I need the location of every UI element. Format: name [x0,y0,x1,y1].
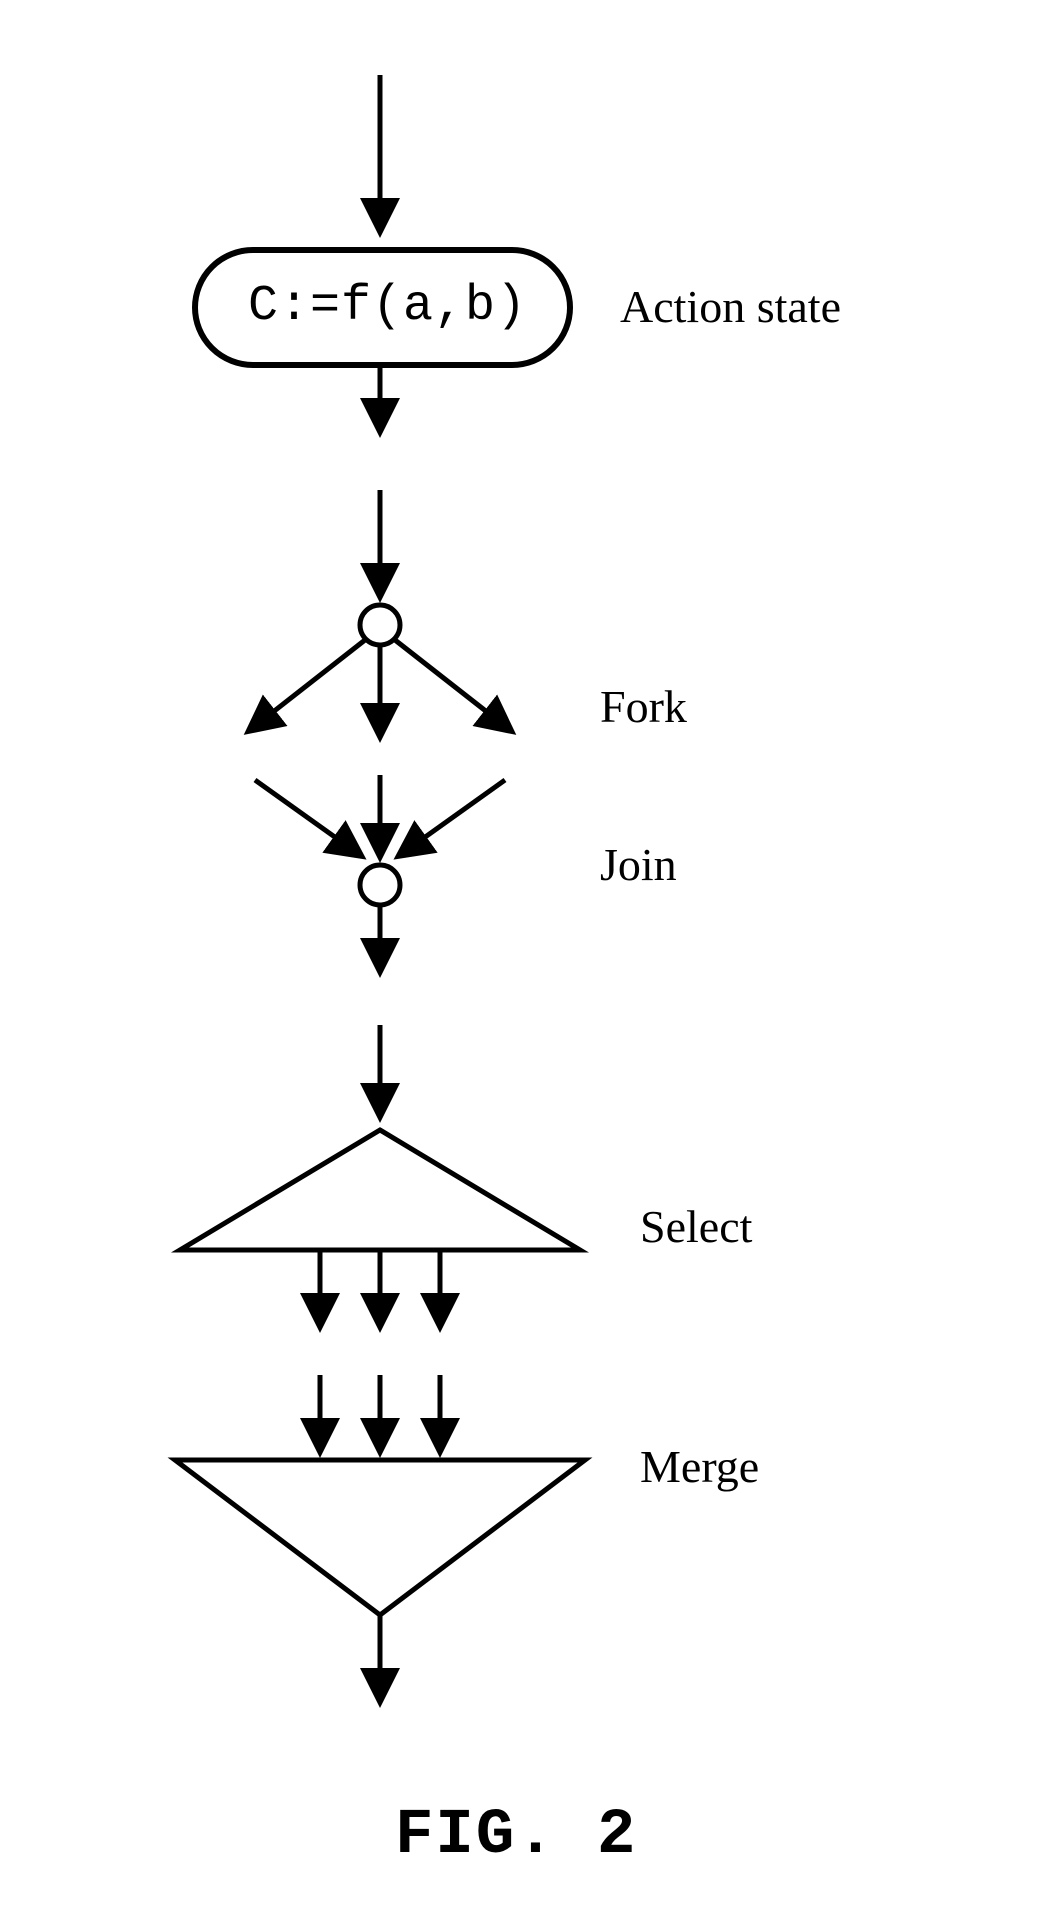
action-state-text: C:=f(a,b) [248,278,527,335]
fork-out-right [395,640,510,730]
select-label: Select [640,1200,752,1253]
join-label: Join [600,838,677,891]
action-state-label: Action state [620,280,841,333]
fork-node [360,605,400,645]
join-in-left [255,780,360,855]
fork-label: Fork [600,680,687,733]
select-shape [180,1130,580,1250]
figure-caption: FIG. 2 [395,1800,637,1872]
fork-out-left [250,640,365,730]
merge-shape [175,1460,585,1615]
join-node [360,865,400,905]
merge-label: Merge [640,1440,759,1493]
join-in-right [400,780,505,855]
